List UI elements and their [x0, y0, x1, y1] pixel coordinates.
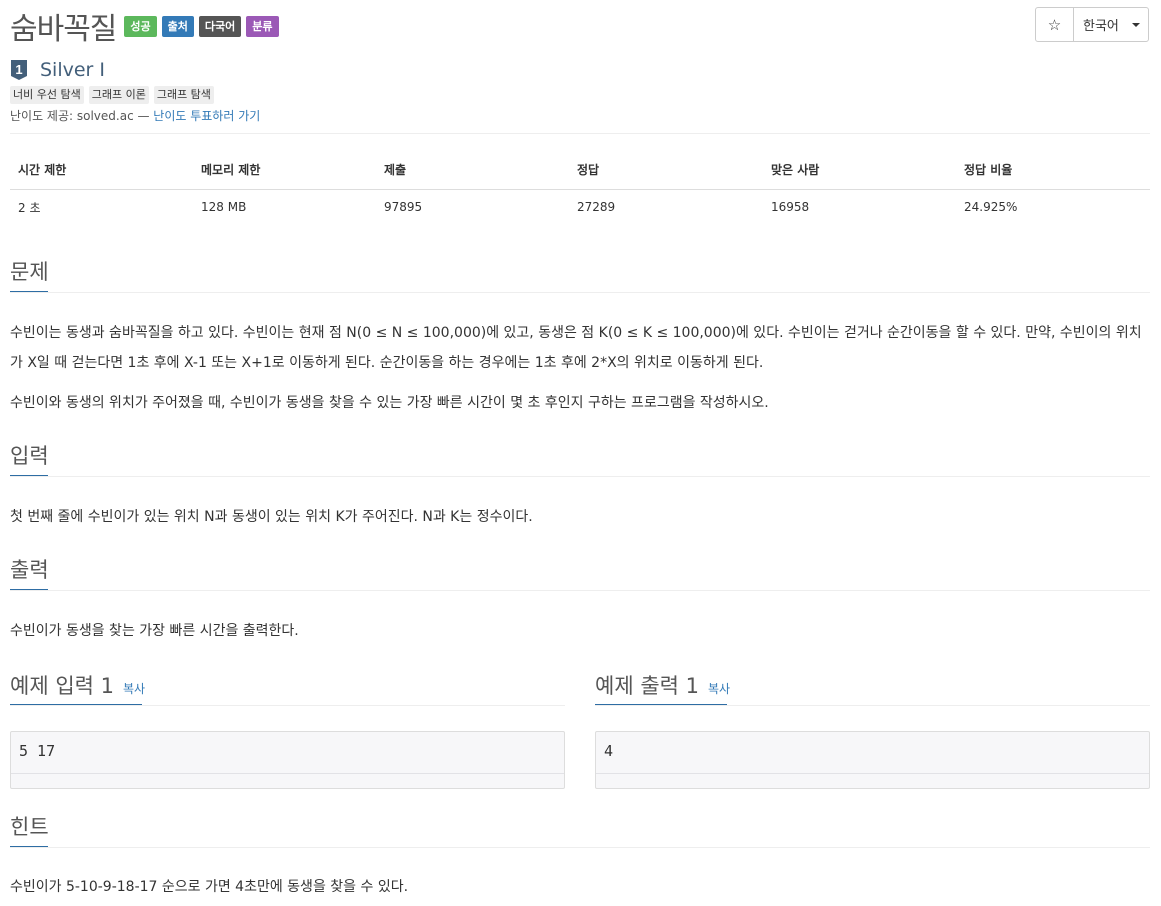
output-heading: 출력	[10, 558, 49, 582]
sample-input-heading: 예제 입력 1	[10, 674, 114, 698]
badge-source[interactable]: 출처	[161, 15, 194, 37]
badge-classified[interactable]: 분류	[246, 15, 279, 37]
sample-output-header: 예제 출력 1 복사	[595, 670, 730, 700]
header-memory-limit: 메모리 제한	[193, 150, 376, 190]
section-divider	[10, 847, 1150, 848]
copy-sample-output-button[interactable]: 복사	[708, 680, 730, 697]
value-accept-ratio: 24.925%	[964, 200, 1018, 215]
badge-multilang[interactable]: 다국어	[198, 15, 242, 37]
difficulty-prefix: 난이도 제공: solved.ac —	[10, 109, 154, 123]
header-accept-ratio: 정답 비율	[956, 150, 1150, 190]
difficulty-credit: 난이도 제공: solved.ac — 난이도 투표하러 가기	[10, 107, 260, 124]
tag-graph-search[interactable]: 그래프 탐색	[153, 86, 214, 104]
silver-tier-icon: 1	[11, 60, 27, 80]
problem-header: 숨바꼭질 성공 출처 다국어 분류	[10, 6, 279, 47]
table-row: 2 초 128 MB 97895 27289 16958 24.925%	[10, 189, 1150, 225]
value-time-limit: 2 초	[18, 200, 41, 215]
divider	[10, 133, 1150, 134]
output-text: 수빈이가 동생을 찾는 가장 빠른 시간을 출력한다.	[10, 623, 299, 639]
algorithm-tags: 너비 우선 탐색 그래프 이론 그래프 탐색	[10, 86, 219, 104]
input-text: 첫 번째 줄에 수빈이가 있는 위치 N과 동생이 있는 위치 K가 주어진다.…	[10, 509, 533, 525]
language-dropdown[interactable]: 한국어	[1074, 8, 1148, 41]
svg-text:1: 1	[15, 62, 22, 77]
chevron-down-icon	[1131, 22, 1140, 27]
tier-row: 1 Silver I	[10, 57, 105, 83]
difficulty-vote-link[interactable]: 난이도 투표하러 가기	[153, 109, 260, 123]
sample-input-data: 5 17	[19, 742, 56, 760]
sample-output-box[interactable]: 4	[595, 731, 1150, 789]
badge-success[interactable]: 성공	[124, 15, 157, 37]
problem-title: 숨바꼭질	[10, 12, 117, 47]
section-divider	[595, 705, 1150, 706]
copy-sample-input-button[interactable]: 복사	[123, 680, 145, 697]
description-text: 수빈이는 동생과 숨바꼭질을 하고 있다. 수빈이는 현재 점 N(0 ≤ N …	[10, 325, 1142, 371]
value-submissions[interactable]: 97895	[376, 189, 569, 225]
value-memory-limit: 128 MB	[201, 200, 247, 215]
hint-text: 수빈이가 5-10-9-18-17 순으로 가면 4초만에 동생을 찾을 수 있…	[10, 879, 409, 895]
section-divider	[10, 476, 1150, 477]
star-icon[interactable]: ☆	[1036, 8, 1074, 41]
header-controls: ☆ 한국어	[1035, 7, 1149, 42]
header-accepted: 정답	[569, 150, 763, 190]
section-divider	[10, 292, 1150, 293]
header-time-limit: 시간 제한	[10, 150, 193, 190]
section-divider	[10, 590, 1150, 591]
problem-info-table: 시간 제한 메모리 제한 제출 정답 맞은 사람 정답 비율 2 초 128 M…	[10, 150, 1150, 225]
sample-input-box[interactable]: 5 17	[10, 731, 565, 789]
tag-graph-theory[interactable]: 그래프 이론	[88, 86, 149, 104]
input-heading: 입력	[10, 444, 49, 468]
tier-label[interactable]: Silver I	[40, 59, 105, 81]
sample-input-header: 예제 입력 1 복사	[10, 670, 145, 700]
sample-box-divider	[596, 773, 1149, 774]
value-solved-users[interactable]: 16958	[763, 189, 956, 225]
hint-heading: 힌트	[10, 815, 49, 839]
value-accepted[interactable]: 27289	[569, 189, 763, 225]
description-text-2: 수빈이와 동생의 위치가 주어졌을 때, 수빈이가 동생을 찾을 수 있는 가장…	[10, 395, 769, 411]
description-heading: 문제	[10, 260, 49, 284]
header-solved-users: 맞은 사람	[763, 150, 956, 190]
sample-box-divider	[11, 773, 564, 774]
header-submissions: 제출	[376, 150, 569, 190]
tag-bfs[interactable]: 너비 우선 탐색	[10, 86, 84, 104]
section-divider	[10, 705, 565, 706]
sample-output-data: 4	[604, 742, 614, 760]
sample-output-heading: 예제 출력 1	[595, 674, 699, 698]
language-label: 한국어	[1083, 19, 1119, 34]
